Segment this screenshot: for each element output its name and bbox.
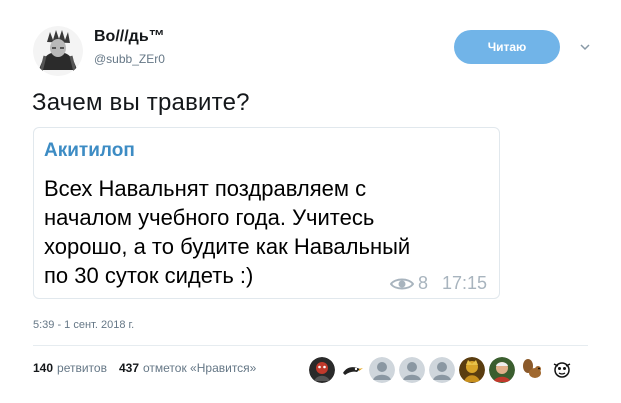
divider <box>33 345 588 346</box>
avatar-dark-face-icon[interactable] <box>309 357 335 383</box>
card-line: началом учебного года. Учитесь <box>44 205 375 230</box>
card-line: Всех Навальнят поздравляем с <box>44 176 367 201</box>
quoted-card[interactable]: Акитилоп Всех Навальнят поздравляем с на… <box>33 127 500 299</box>
tweet-timestamp[interactable]: 5:39 - 1 сент. 2018 г. <box>33 319 134 331</box>
retweets-label[interactable]: ретвитов <box>57 361 107 375</box>
avatar-bird-icon[interactable] <box>339 357 365 383</box>
views-count: 8 <box>417 273 428 293</box>
avatar-squirrel-icon[interactable] <box>519 357 545 383</box>
avatar-golden-figure-icon[interactable] <box>459 357 485 383</box>
author-avatar-icon <box>33 26 83 76</box>
avatar-portrait-icon[interactable] <box>489 357 515 383</box>
card-line: хорошо, а то будите как Навальный <box>44 234 411 259</box>
engagement-stats: 140 ретвитов 437 отметок «Нравится» <box>33 361 256 375</box>
avatar-default-icon[interactable] <box>369 357 395 383</box>
eye-icon <box>389 278 414 289</box>
author-name[interactable]: Bo///дь™ <box>94 28 165 46</box>
avatar-default-icon[interactable] <box>429 357 455 383</box>
likes-label[interactable]: отметок «Нравится» <box>143 361 256 375</box>
tweet-text: Зачем вы травите? <box>32 89 250 116</box>
follow-button[interactable]: Читаю <box>454 30 560 64</box>
card-time: 17:15 <box>441 273 487 293</box>
card-meta: 8 17:15 <box>389 273 487 294</box>
author-avatar[interactable] <box>33 26 83 76</box>
retweets-count[interactable]: 140 <box>33 361 53 375</box>
author-handle[interactable]: @subb_ZEr0 <box>94 52 165 66</box>
avatar-default-icon[interactable] <box>399 357 425 383</box>
likes-count[interactable]: 437 <box>119 361 139 375</box>
avatar-cartoon-icon[interactable] <box>549 357 575 383</box>
chevron-down-icon[interactable] <box>578 40 592 54</box>
card-author: Акитилоп <box>44 140 135 161</box>
